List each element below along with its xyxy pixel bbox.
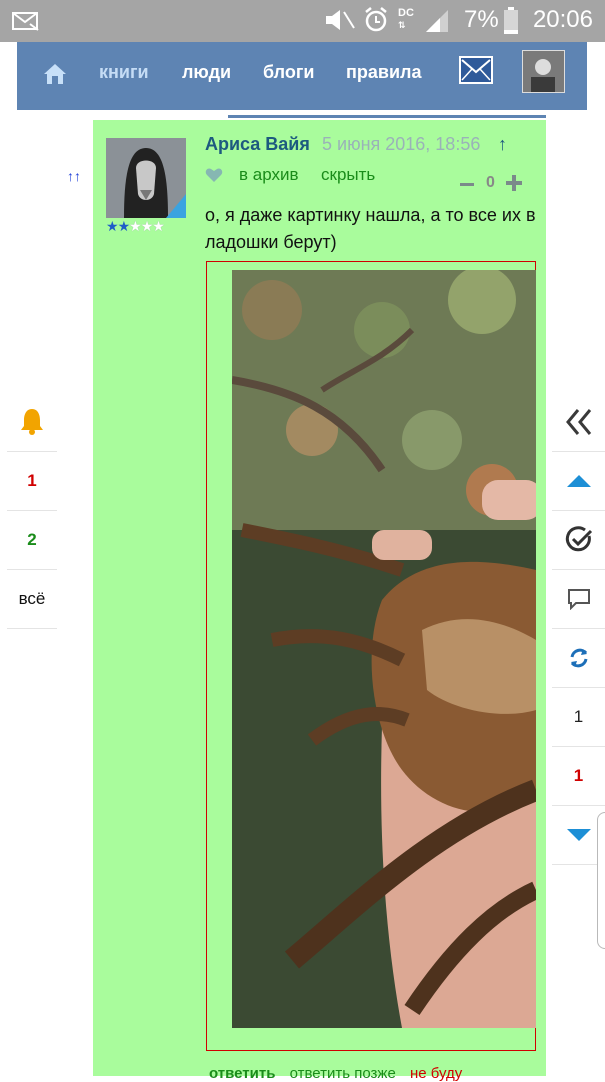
left-count-2[interactable]: 2 xyxy=(7,511,57,570)
mail-notification-icon xyxy=(12,12,39,31)
clock: 20:06 xyxy=(532,6,593,33)
archive-link[interactable]: в архив xyxy=(239,165,299,185)
notifications-bell[interactable] xyxy=(7,393,57,452)
mute-icon xyxy=(326,10,355,30)
comment-card: ★★★★★ Ариса Вайя 5 июня 2016, 18:56 ↑ в … xyxy=(93,120,546,1082)
nav-blogs[interactable]: блоги xyxy=(263,62,314,83)
signal-strength-icon xyxy=(426,10,448,32)
active-tab-indicator xyxy=(228,115,546,118)
comment-text: о, я даже картинку нашла, а то все их в … xyxy=(205,205,536,252)
heart-icon[interactable] xyxy=(205,167,223,183)
up-link[interactable]: ↑ xyxy=(498,134,507,155)
vote-down-icon[interactable] xyxy=(460,183,474,186)
nav-books[interactable]: книги xyxy=(99,62,149,83)
comment-actions: ответить ответить позже не буду xyxy=(209,1065,462,1082)
author-rating: ★★★★★ xyxy=(106,218,165,234)
nav-rules[interactable]: правила xyxy=(346,62,421,83)
hide-link[interactable]: скрыть xyxy=(321,165,375,185)
bell-icon xyxy=(21,409,43,435)
scrollbar-handle[interactable] xyxy=(597,812,605,949)
vote-score: 0 xyxy=(486,174,495,191)
wont-reply-link[interactable]: не буду xyxy=(410,1065,462,1082)
alarm-icon xyxy=(365,7,387,32)
vote-up-icon[interactable] xyxy=(506,175,522,191)
triangle-up-icon xyxy=(566,475,591,487)
collapse-button[interactable] xyxy=(552,393,605,452)
left-count-1[interactable]: 1 xyxy=(7,452,57,511)
refresh-icon xyxy=(570,648,587,668)
scroll-up-button[interactable] xyxy=(552,452,605,511)
speech-bubble-icon xyxy=(567,589,590,611)
status-bar: DC ⇅ 7% 20:06 xyxy=(0,0,605,42)
author-avatar[interactable] xyxy=(106,138,186,218)
user-avatar[interactable] xyxy=(522,50,565,93)
parent-link[interactable]: ↑↑ xyxy=(67,168,81,184)
top-navigation: книги люди блоги правила xyxy=(17,42,587,110)
mark-read-button[interactable] xyxy=(552,511,605,570)
refresh-button[interactable] xyxy=(552,629,605,688)
nav-people[interactable]: люди xyxy=(182,62,231,83)
author-name[interactable]: Ариса Вайя xyxy=(205,134,310,155)
battery-icon xyxy=(504,7,518,34)
triangle-down-icon xyxy=(566,829,591,841)
home-icon[interactable] xyxy=(43,62,67,86)
comment-image-frame xyxy=(206,261,536,1051)
right-count-1[interactable]: 1 xyxy=(552,688,605,747)
reply-link[interactable]: ответить xyxy=(209,1065,275,1082)
comment-date[interactable]: 5 июня 2016, 18:56 xyxy=(322,134,480,155)
battery-percentage: 7% xyxy=(464,6,499,33)
comment-image[interactable] xyxy=(232,270,536,1028)
comments-button[interactable] xyxy=(552,570,605,629)
double-chevron-left-icon xyxy=(565,409,591,435)
left-all[interactable]: всё xyxy=(7,570,57,629)
check-circle-icon xyxy=(565,526,592,552)
network-type-label: DC ⇅ xyxy=(398,7,414,30)
right-count-2[interactable]: 1 xyxy=(552,747,605,806)
reply-later-link[interactable]: ответить позже xyxy=(290,1065,396,1082)
messages-icon[interactable] xyxy=(459,56,493,84)
